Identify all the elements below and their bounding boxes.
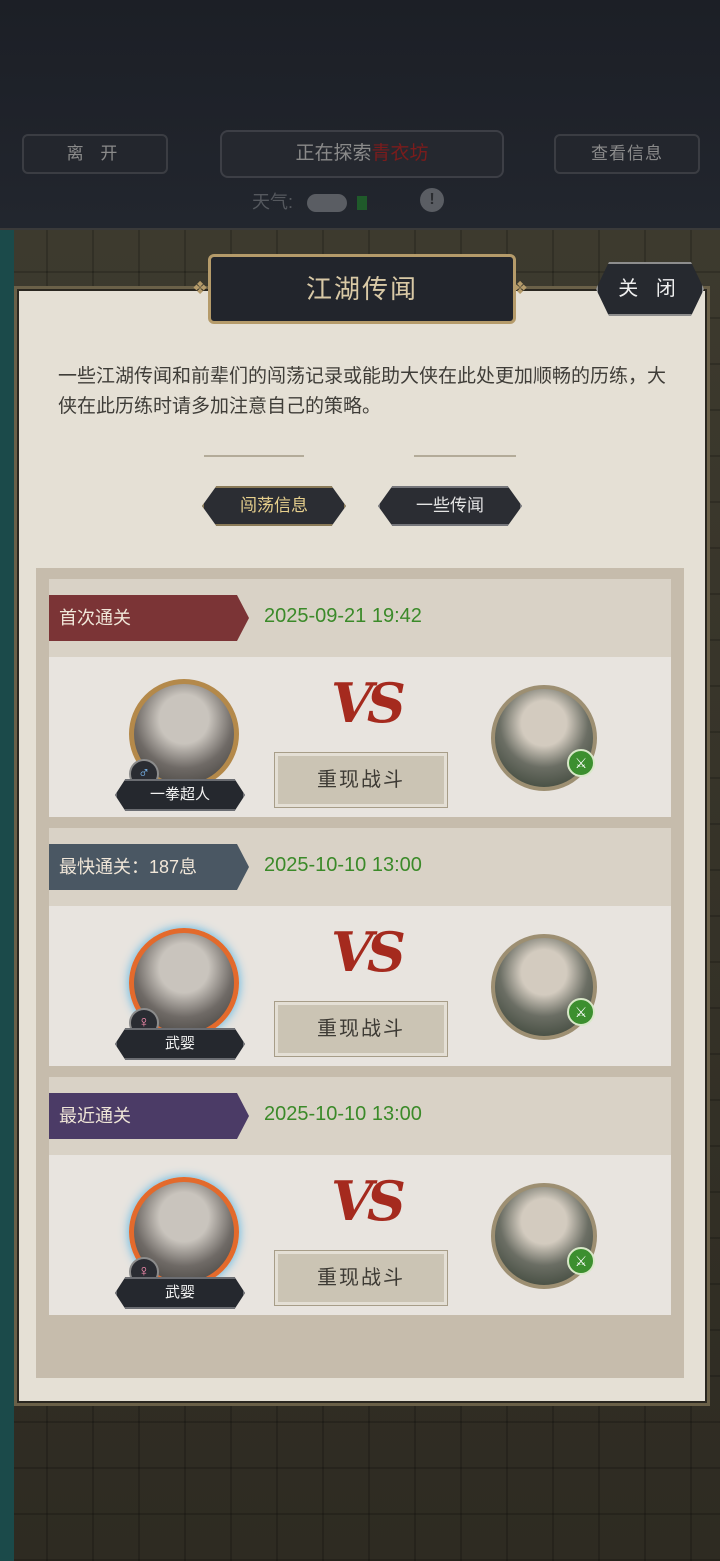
- replay-battle-button[interactable]: 重现战斗: [274, 752, 448, 808]
- record-header: 首次通关 2025-09-21 19:42: [49, 579, 671, 657]
- weather-indicator: 天气: !: [252, 188, 444, 214]
- record-badge: 最快通关：187息: [49, 844, 249, 890]
- divider-left: [204, 455, 304, 457]
- vs-icon: VS: [331, 1169, 406, 1233]
- record-card-latest-clear: 最近通关 2025-10-10 13:00 ♀ 武婴 VS 重现战斗 ⚔: [49, 1077, 671, 1315]
- record-badge: 首次通关: [49, 595, 249, 641]
- panel-description: 一些江湖传闻和前辈们的闯荡记录或能助大侠在此处更加顺畅的历练，大侠在此历练时请多…: [58, 366, 667, 417]
- divider-right: [414, 455, 516, 457]
- record-badge: 最近通关: [49, 1093, 249, 1139]
- sword-icon: ⚔: [567, 749, 595, 777]
- record-date: 2025-09-21 19:42: [264, 605, 422, 627]
- water-strip: [0, 230, 14, 1561]
- explore-prefix: 正在探索: [295, 143, 372, 164]
- record-card-fastest-clear: 最快通关：187息 2025-10-10 13:00 ♀ 武婴 VS 重现战斗 …: [49, 828, 671, 1066]
- player-name: 武婴: [115, 1028, 245, 1060]
- weather-bar-icon: [357, 196, 368, 211]
- close-button[interactable]: 关 闭: [596, 262, 704, 316]
- sword-icon: ⚔: [567, 1247, 595, 1275]
- player-name: 一拳超人: [115, 779, 245, 811]
- replay-battle-button[interactable]: 重现战斗: [274, 1250, 448, 1306]
- player-name: 武婴: [115, 1277, 245, 1309]
- view-info-button[interactable]: 查看信息: [554, 134, 700, 174]
- record-header: 最快通关：187息 2025-10-10 13:00: [49, 828, 671, 906]
- sword-icon: ⚔: [567, 998, 595, 1026]
- weather-label: 天气:: [252, 192, 294, 212]
- explore-status: 正在探索青衣坊: [220, 130, 504, 178]
- tab-rumors[interactable]: 一些传闻: [378, 486, 522, 526]
- vs-icon: VS: [331, 920, 406, 984]
- record-date: 2025-10-10 13:00: [264, 854, 422, 876]
- warning-icon[interactable]: !: [420, 188, 444, 212]
- replay-battle-button[interactable]: 重现战斗: [274, 1001, 448, 1057]
- explore-location: 青衣坊: [371, 143, 429, 164]
- record-header: 最近通关 2025-10-10 13:00: [49, 1077, 671, 1155]
- leave-button[interactable]: 离 开: [22, 134, 168, 174]
- tab-adventure-info[interactable]: 闯荡信息: [202, 486, 346, 526]
- record-card-first-clear: 首次通关 2025-09-21 19:42 ♂ 一拳超人 VS 重现战斗 ⚔: [49, 579, 671, 817]
- panel-title: 江湖传闻: [208, 254, 516, 324]
- vs-icon: VS: [331, 671, 406, 735]
- cloud-icon: [307, 194, 348, 213]
- record-date: 2025-10-10 13:00: [264, 1103, 422, 1125]
